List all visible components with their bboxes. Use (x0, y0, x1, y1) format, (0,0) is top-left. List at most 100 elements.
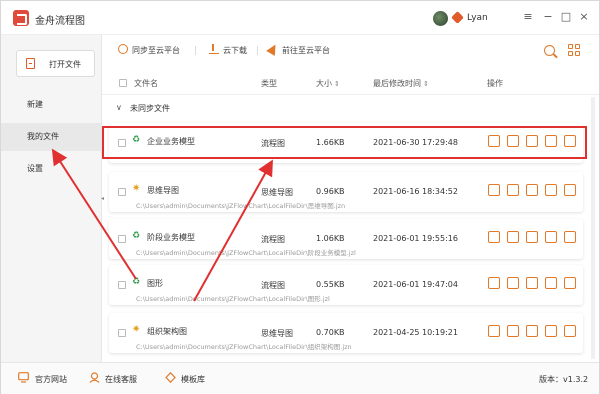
edit-icon[interactable] (488, 184, 500, 196)
file-path: C:\Users\admin\Documents\JZFlowChart\Loc… (136, 295, 330, 303)
chevron-down-icon: ∨ (116, 103, 122, 112)
mindmap-icon: ✷ (132, 324, 141, 335)
vip-icon (451, 11, 464, 24)
open-file-icon (26, 58, 35, 69)
file-type: 思维导图 (261, 188, 293, 197)
search-icon[interactable] (544, 45, 555, 56)
file-name: 阶段业务模型 (147, 233, 195, 242)
support-link[interactable]: 在线客服 (105, 374, 137, 385)
delete-icon[interactable] (526, 325, 538, 337)
version-label: 版本：v1.3.2 (539, 375, 589, 384)
edit-icon[interactable] (488, 231, 500, 243)
export-icon[interactable] (564, 231, 576, 243)
table-row[interactable]: ✷ 组织架构图 C:\Users\admin\Documents\JZFlowC… (109, 313, 583, 353)
export-icon[interactable] (564, 325, 576, 337)
file-size: 0.70KB (316, 328, 345, 337)
row-checkbox[interactable] (118, 235, 126, 243)
table-row[interactable]: ✷ 思维导图 C:\Users\admin\Documents\JZFlowCh… (109, 172, 583, 212)
minimize-button[interactable]: − (541, 10, 555, 24)
edit-icon[interactable] (488, 325, 500, 337)
sidebar-item-settings[interactable]: 设置 (1, 155, 101, 183)
row-checkbox[interactable] (118, 281, 126, 289)
highlight-box (102, 126, 587, 159)
close-button[interactable]: × (577, 10, 591, 24)
header-size[interactable]: 大小 ⇕ (316, 78, 340, 89)
file-size: 0.55KB (316, 280, 345, 289)
table-row[interactable]: ♻ 图形 C:\Users\admin\Documents\JZFlowChar… (109, 265, 583, 305)
mindmap-icon: ✷ (132, 183, 141, 194)
file-name: 思维导图 (147, 186, 179, 195)
sidebar-item-my-files[interactable]: 我的文件 (1, 123, 101, 151)
select-all-checkbox[interactable] (119, 79, 127, 87)
header-actions: 操作 (487, 79, 503, 88)
file-type: 思维导图 (261, 329, 293, 338)
open-external-icon[interactable] (545, 277, 557, 289)
website-link[interactable]: 官方网站 (35, 374, 67, 385)
header-size-label: 大小 (316, 79, 332, 88)
edit-icon[interactable] (488, 277, 500, 289)
toolbar-divider (257, 46, 258, 55)
template-icon (165, 372, 176, 383)
table-row[interactable]: ♻ 阶段业务模型 C:\Users\admin\Documents\JZFlow… (109, 219, 583, 259)
monitor-icon (18, 372, 29, 383)
menu-icon[interactable]: ≡ (521, 10, 535, 24)
file-type: 流程图 (261, 281, 285, 290)
export-icon[interactable] (564, 184, 576, 196)
send-icon (266, 42, 280, 56)
sort-icon: ⇕ (334, 80, 340, 88)
file-name: 图形 (147, 279, 163, 288)
scrollbar[interactable] (591, 97, 595, 359)
file-size: 0.96KB (316, 187, 345, 196)
header-modified[interactable]: 最后修改时间 ⇕ (373, 78, 429, 89)
sync-button[interactable]: 同步至云平台 (132, 45, 180, 56)
delete-icon[interactable] (526, 184, 538, 196)
group-unsynced[interactable]: ∨ 未同步文件 (102, 97, 599, 119)
cloud-download-button[interactable]: 云下载 (223, 45, 247, 56)
rename-icon[interactable] (507, 325, 519, 337)
title-bar: 金舟流程图 Lyan ≡ − □ × (1, 1, 599, 35)
user-name[interactable]: Lyan (467, 13, 488, 23)
app-title: 金舟流程图 (35, 16, 85, 27)
rename-icon[interactable] (507, 231, 519, 243)
file-path: C:\Users\admin\Documents\JZFlowChart\Loc… (136, 202, 346, 210)
delete-icon[interactable] (526, 231, 538, 243)
table-header: 文件名 类型 大小 ⇕ 最后修改时间 ⇕ 操作 (102, 69, 599, 95)
file-modified: 2021-04-25 10:19:21 (373, 328, 458, 337)
row-checkbox[interactable] (118, 188, 126, 196)
header-modified-label: 最后修改时间 (373, 79, 421, 88)
maximize-button[interactable]: □ (559, 10, 573, 24)
templates-link[interactable]: 模板库 (181, 374, 205, 385)
open-external-icon[interactable] (545, 184, 557, 196)
header-name: 文件名 (134, 79, 158, 88)
file-path: C:\Users\admin\Documents\JZFlowChart\Loc… (136, 249, 356, 257)
recycle-icon: ♻ (132, 231, 141, 241)
toolbar: 同步至云平台 云下载 前往至云平台 (102, 35, 599, 67)
collapse-sidebar-icon[interactable]: ◂ (101, 195, 104, 202)
open-file-label: 打开文件 (49, 60, 81, 69)
toolbar-divider (195, 46, 196, 55)
rename-icon[interactable] (507, 277, 519, 289)
open-external-icon[interactable] (545, 231, 557, 243)
recycle-icon: ♻ (132, 277, 141, 287)
app-logo-icon (13, 10, 29, 26)
file-modified: 2021-06-01 19:47:04 (373, 280, 458, 289)
user-avatar[interactable] (433, 11, 448, 26)
open-external-icon[interactable] (545, 325, 557, 337)
sync-icon (118, 44, 128, 54)
file-type: 流程图 (261, 235, 285, 244)
delete-icon[interactable] (526, 277, 538, 289)
grid-view-icon[interactable] (568, 44, 580, 56)
row-checkbox[interactable] (118, 329, 126, 337)
header-type: 类型 (261, 79, 277, 88)
rename-icon[interactable] (507, 184, 519, 196)
file-name: 组织架构图 (147, 327, 187, 336)
footer: 官方网站 在线客服 模板库 版本：v1.3.2 (1, 362, 599, 394)
sort-icon: ⇕ (423, 80, 429, 88)
goto-cloud-button[interactable]: 前往至云平台 (282, 45, 330, 56)
sidebar: 打开文件 新建 我的文件 设置 (1, 35, 102, 362)
file-path: C:\Users\admin\Documents\JZFlowChart\Loc… (136, 343, 352, 351)
file-size: 1.06KB (316, 234, 345, 243)
export-icon[interactable] (564, 277, 576, 289)
open-file-button[interactable]: 打开文件 (16, 50, 95, 77)
sidebar-item-new[interactable]: 新建 (1, 91, 101, 119)
